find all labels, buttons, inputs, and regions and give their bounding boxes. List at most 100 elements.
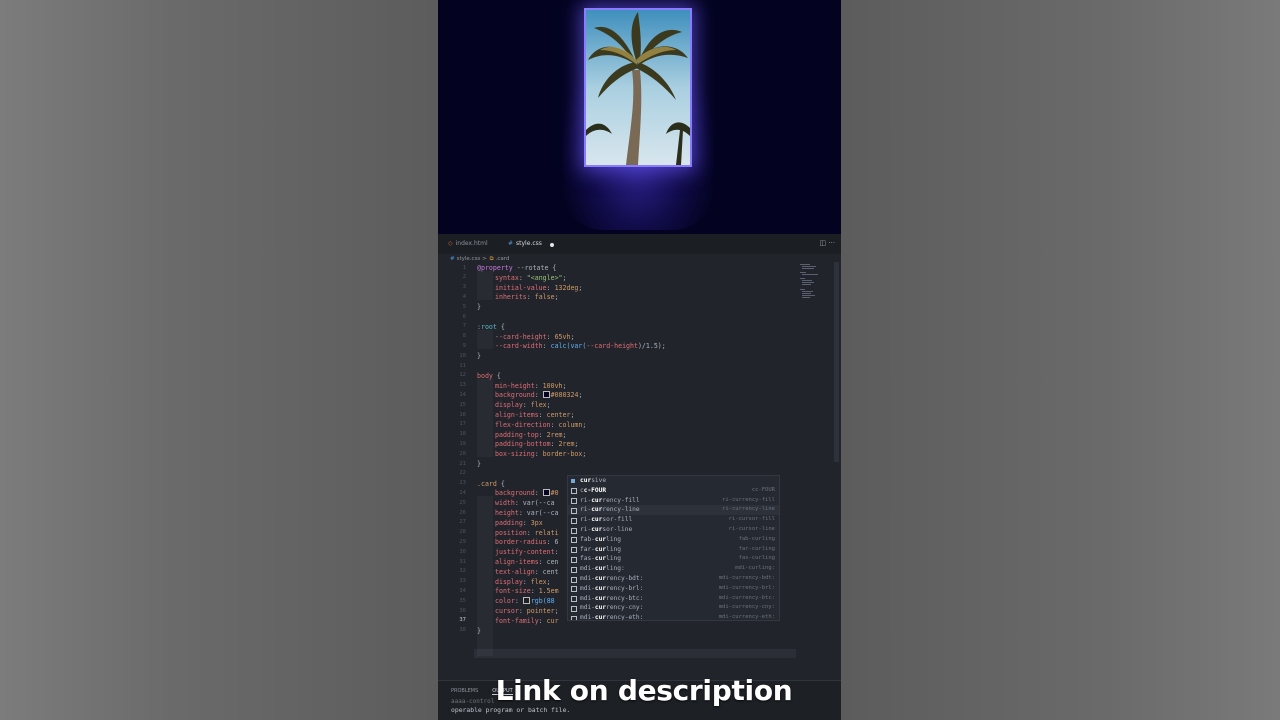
autocomplete-label: cursive (580, 477, 607, 484)
breadcrumb-file[interactable]: style.css (457, 256, 481, 262)
code-line: align-items: center; (495, 411, 575, 419)
autocomplete-detail: cc-FOUR (751, 486, 775, 493)
autocomplete-label: mdi-currency-eth: (580, 614, 644, 621)
line-number: 19 (459, 440, 466, 447)
code-line: font-size: 1.5em (495, 587, 559, 596)
line-number: 17 (459, 421, 466, 428)
minimap[interactable] (800, 262, 830, 306)
line-number: 32 (459, 568, 466, 575)
split-editor-icon[interactable]: ◫ (819, 239, 826, 247)
code-area[interactable]: 1 2 3 4 5 6 7 8 9 10 11 12 13 14 15 16 17 18 19 20 21 22 23 24 2… (438, 264, 841, 684)
line-number: 1 (462, 264, 466, 271)
selector-symbol-icon: ⧉ (489, 256, 494, 262)
autocomplete-item[interactable]: mdi-currency-cny: mdi-currency-cny: (568, 603, 779, 613)
line-number: 30 (459, 548, 466, 555)
line-number: 23 (459, 480, 466, 487)
line-number: 37 (459, 617, 466, 624)
line-number: 7 (462, 323, 466, 330)
line-number: 36 (459, 607, 466, 614)
terminal-line: operable program or batch file. (451, 706, 571, 714)
autocomplete-label: far-curling (580, 545, 621, 553)
css-hash-icon: # (450, 256, 455, 262)
code-line: display: flex; (495, 401, 551, 410)
line-number: 10 (459, 352, 466, 359)
css-hash-icon: # (508, 240, 514, 247)
autocomplete-detail: mdi-curling: (735, 565, 775, 572)
autocomplete-detail: mdi-currency-bdt: (718, 575, 775, 581)
square-icon (571, 556, 577, 563)
color-swatch[interactable] (542, 391, 550, 399)
autocomplete-item[interactable]: mdi-currency-btc: mdi-currency-btc: (568, 594, 779, 604)
code-line: min-height: 100vh; (495, 381, 567, 390)
autocomplete-detail: fab-curling (738, 535, 775, 542)
breadcrumb-symbol[interactable]: .card (496, 256, 510, 262)
autocomplete-label: ri-currency-fill (580, 496, 640, 504)
color-swatch[interactable] (542, 489, 550, 497)
browser-preview (438, 0, 841, 234)
indent-guide (477, 330, 493, 349)
palm-tree-image (586, 10, 690, 165)
autocomplete-item[interactable]: cursive (568, 476, 779, 486)
square-icon (571, 596, 577, 603)
square-icon (571, 488, 577, 495)
autocomplete-detail: ri-currency-fill (722, 496, 775, 503)
code-line: } (477, 626, 481, 635)
square-icon (571, 527, 577, 534)
square-icon (571, 586, 577, 593)
autocomplete-detail: ri-cursor-line (728, 526, 775, 532)
code-line: justify-content: (495, 548, 559, 557)
autocomplete-detail: mdi-currency-brl: (718, 584, 775, 591)
autocomplete-item[interactable]: mdi-curling: mdi-curling: (568, 564, 779, 574)
line-number: 21 (459, 460, 466, 467)
autocomplete-item[interactable]: mdi-currency-bdt: mdi-currency-bdt: (568, 574, 779, 584)
color-swatch[interactable] (522, 597, 530, 605)
tab-index-html[interactable]: ◇ index.html (448, 238, 488, 250)
autocomplete-detail: ri-currency-line (722, 506, 775, 513)
line-number: 8 (462, 333, 466, 340)
code-line: border-radius: 6 (495, 538, 559, 547)
line-number: 27 (459, 519, 466, 526)
autocomplete-item[interactable]: ri-currency-line ri-currency-line (568, 505, 779, 516)
autocomplete-label: mdi-currency-bdt: (580, 575, 644, 582)
code-line: @property --rotate { (477, 264, 557, 272)
unsaved-dot-icon[interactable] (550, 243, 554, 247)
autocomplete-item[interactable]: mdi-currency-eth: mdi-currency-eth: (568, 613, 779, 621)
code-line: align-items: cen (495, 558, 559, 566)
code-line: box-sizing: border-box; (495, 450, 587, 459)
code-line: height: var(--ca (495, 509, 559, 517)
square-icon (571, 507, 577, 514)
line-number: 9 (462, 342, 466, 349)
autocomplete-item[interactable]: mdi-currency-brl: mdi-currency-brl: (568, 584, 779, 594)
square-icon (571, 498, 577, 505)
autocomplete-detail: ri-cursor-fill (728, 516, 775, 523)
line-number: 20 (459, 450, 466, 457)
line-number: 4 (462, 293, 466, 300)
code-line: background: #0 (495, 489, 559, 498)
autocomplete-item[interactable]: fas-curling fas-curling (568, 554, 779, 564)
code-line-current[interactable]: font-family: cur (495, 617, 559, 625)
line-number: 2 (462, 274, 466, 281)
code-line: .card { (477, 479, 505, 488)
property-icon (571, 478, 575, 483)
vertical-scrollbar[interactable] (834, 262, 839, 462)
autocomplete-item[interactable]: far-curling far-curling (568, 545, 779, 555)
autocomplete-label: ri-cursor-line (580, 526, 633, 533)
autocomplete-item[interactable]: fab-curling fab-curling (568, 535, 779, 545)
autocomplete-item[interactable]: ri-cursor-line ri-cursor-line (568, 525, 779, 535)
line-number: 15 (459, 401, 466, 408)
line-number: 29 (459, 538, 466, 545)
autocomplete-item[interactable]: cc-FOUR cc-FOUR (568, 486, 779, 496)
line-number: 28 (459, 529, 466, 536)
autocomplete-item[interactable]: ri-cursor-fill ri-cursor-fill (568, 515, 779, 525)
autocomplete-item[interactable]: ri-currency-fill ri-currency-fill (568, 496, 779, 506)
code-line: text-align: cent (495, 567, 559, 576)
code-line: padding-bottom: 2rem; (495, 440, 579, 449)
line-number: 34 (459, 587, 466, 594)
line-number: 33 (459, 578, 466, 585)
line-number: 12 (459, 372, 466, 379)
tab-style-css[interactable]: # style.css (508, 238, 542, 250)
more-actions-icon[interactable]: ··· (828, 239, 835, 247)
code-line: } (477, 460, 481, 468)
code-line: position: relati (495, 528, 559, 537)
line-number: 11 (459, 362, 466, 369)
